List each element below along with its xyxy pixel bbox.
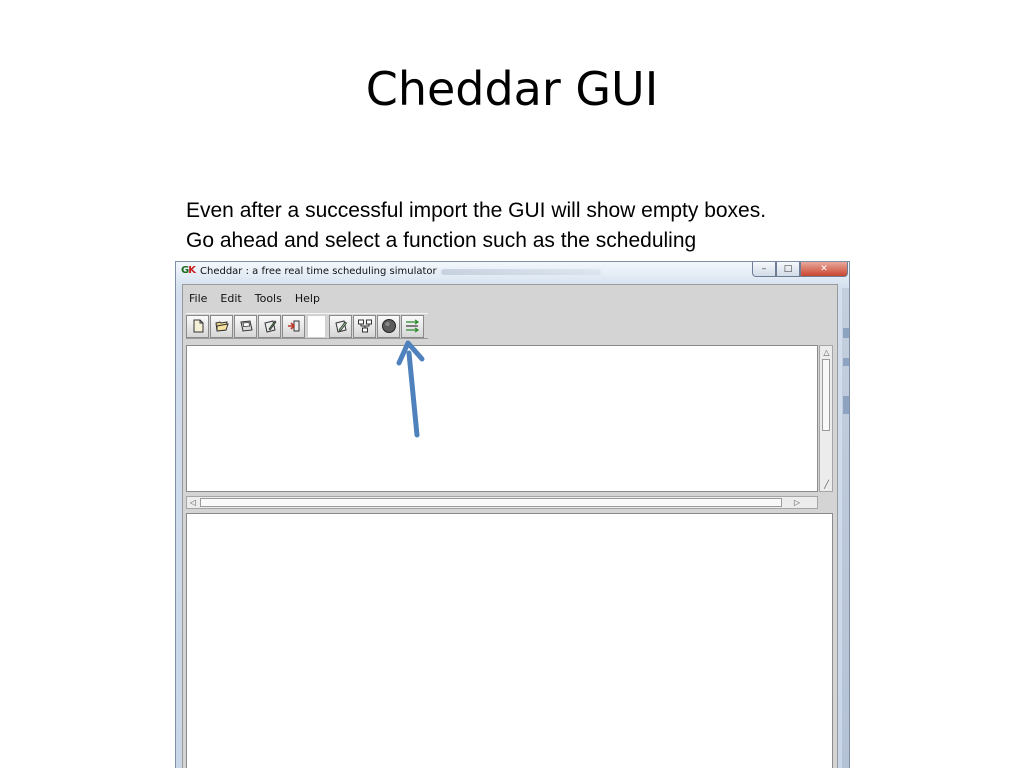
gtk-logo-icon: GK: [181, 265, 196, 276]
window-controls: – □ ✕: [752, 262, 848, 278]
window-title: Cheddar : a free real time scheduling si…: [200, 266, 437, 277]
menu-edit[interactable]: Edit: [220, 292, 241, 305]
edit-button[interactable]: [258, 314, 281, 338]
save-button[interactable]: [234, 314, 257, 338]
edit-icon: [263, 320, 277, 333]
close-button[interactable]: ✕: [800, 262, 848, 277]
resize-grip-icon: ╱: [824, 480, 829, 489]
new-file-icon: [193, 319, 203, 333]
menu-tools[interactable]: Tools: [255, 292, 282, 305]
vertical-scrollbar[interactable]: △ ╱: [819, 345, 833, 492]
background-window-title: [441, 269, 601, 275]
edit-tool-icon: [334, 320, 347, 333]
horizontal-scroll-thumb[interactable]: [200, 498, 782, 507]
upper-text-pane[interactable]: [186, 345, 818, 492]
toolbar: [186, 313, 428, 339]
network-button[interactable]: [353, 314, 376, 338]
vertical-scroll-thumb[interactable]: [822, 359, 830, 431]
network-icon: [357, 319, 372, 333]
window-titlebar[interactable]: GK Cheddar : a free real time scheduling…: [176, 262, 849, 284]
exit-icon: [287, 320, 299, 332]
open-button[interactable]: [210, 314, 233, 338]
slide-title: Cheddar GUI: [365, 62, 659, 116]
scroll-left-icon[interactable]: ◁: [187, 497, 199, 508]
window-client-area: File Edit Tools Help △ ╱ ◁ ▷: [182, 284, 838, 768]
open-folder-icon: [214, 321, 229, 332]
caption-line-1: Even after a successful import the GUI w…: [186, 199, 767, 222]
cheddar-window: GK Cheddar : a free real time scheduling…: [175, 261, 850, 768]
slide-caption: Even after a successful import the GUI w…: [186, 196, 926, 256]
save-disk-icon: [239, 320, 253, 332]
toolbar-blank-slot: [307, 314, 326, 338]
annotation-arrow-icon: [396, 340, 425, 438]
record-button[interactable]: [377, 314, 400, 338]
scroll-right-icon[interactable]: ▷: [791, 497, 803, 508]
horizontal-scrollbar[interactable]: ◁ ▷: [186, 496, 818, 509]
record-icon: [381, 319, 396, 333]
exit-button[interactable]: [282, 314, 305, 338]
caption-line-2: Go ahead and select a function such as t…: [186, 229, 697, 252]
minimize-button[interactable]: –: [752, 262, 776, 277]
scheduling-icon: [405, 319, 419, 333]
menu-help[interactable]: Help: [295, 292, 320, 305]
menu-file[interactable]: File: [189, 292, 207, 305]
menu-bar: File Edit Tools Help: [183, 285, 837, 311]
lower-text-pane[interactable]: [186, 513, 833, 768]
edit-tool-button[interactable]: [329, 314, 352, 338]
maximize-button[interactable]: □: [776, 262, 800, 277]
scroll-up-icon[interactable]: △: [821, 347, 832, 358]
window-right-edge: [842, 288, 849, 768]
scheduling-button[interactable]: [401, 314, 424, 338]
new-file-button[interactable]: [186, 314, 209, 338]
